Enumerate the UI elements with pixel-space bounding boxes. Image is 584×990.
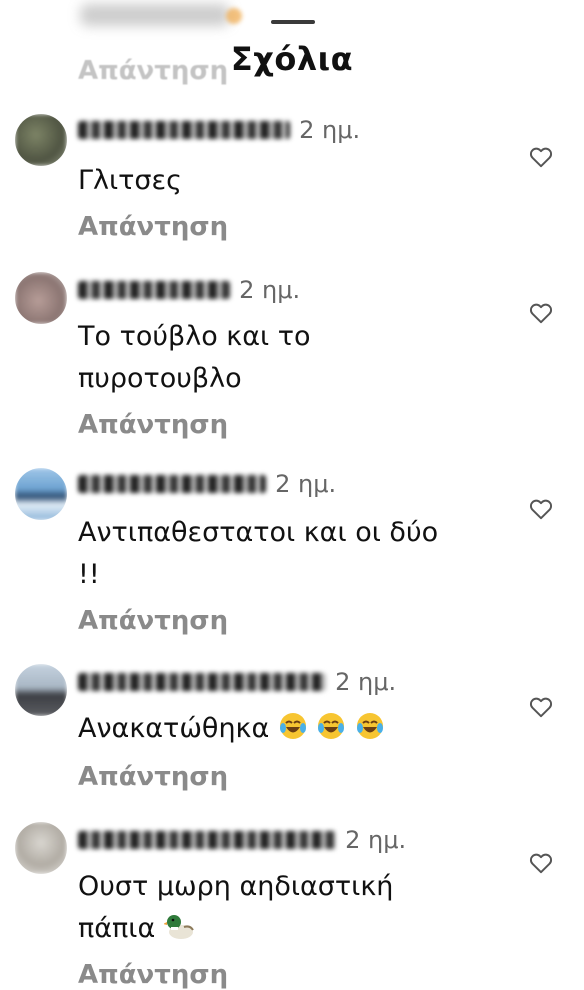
avatar[interactable] — [15, 272, 67, 324]
reply-button[interactable]: Απάντηση — [78, 606, 228, 636]
laughing-tears-emoji — [279, 713, 306, 739]
comment-text-line-2: πάπια — [78, 908, 393, 950]
avatar[interactable] — [15, 822, 67, 874]
comment-time: 2 ημ. — [299, 116, 361, 144]
comment-item: 2 ημ. Ουστ μωρη αηδιαστική πάπια Απάντησ… — [0, 822, 584, 990]
comment-meta: 2 ημ. — [78, 276, 300, 312]
duck-emoji — [163, 915, 194, 939]
comment-item: 2 ημ. Ανακατώθηκα Απάντηση — [0, 664, 584, 804]
comment-time: 2 ημ. — [335, 668, 397, 696]
username[interactable] — [78, 121, 290, 139]
comment-item: 2 ημ. Αντιπαθεστατοι και οι δύο !! Απάντ… — [0, 468, 584, 648]
reply-button[interactable]: Απάντηση — [78, 762, 228, 792]
comment-time: 2 ημ. — [239, 276, 301, 304]
comment-text-line: πυροτουβλο — [78, 363, 242, 394]
reply-button[interactable]: Απάντηση — [78, 212, 228, 242]
avatar[interactable] — [15, 114, 67, 166]
previous-comment-emoji — [226, 8, 242, 24]
comments-sheet-header: Απάντηση Σχόλια — [0, 0, 584, 100]
username[interactable] — [78, 831, 336, 849]
comment-meta: 2 ημ. — [78, 470, 336, 506]
comment-text: Ουστ μωρη αηδιαστική πάπια — [78, 866, 393, 950]
comment-meta: 2 ημ. — [78, 668, 396, 704]
comment-time: 2 ημ. — [275, 470, 337, 498]
comment-item: 2 ημ. Το τούβλο και το πυροτουβλο Απάντη… — [0, 272, 584, 452]
comment-text-line: Αντιπαθεστατοι και οι δύο — [78, 517, 439, 548]
heart-icon[interactable] — [528, 144, 554, 170]
avatar[interactable] — [15, 664, 67, 716]
sheet-drag-handle[interactable] — [271, 20, 315, 24]
laughing-tears-emoji — [318, 713, 345, 739]
comment-time: 2 ημ. — [345, 826, 407, 854]
comment-item: 2 ημ. Γλιτσες Απάντηση — [0, 114, 584, 254]
reply-button[interactable]: Απάντηση — [78, 960, 228, 990]
comment-meta: 2 ημ. — [78, 826, 406, 862]
comment-text: Αντιπαθεστατοι και οι δύο !! — [78, 512, 438, 596]
laughing-tears-emoji — [357, 713, 384, 739]
comment-text-line: Ουστ μωρη αηδιαστική — [78, 871, 394, 902]
username[interactable] — [78, 673, 326, 691]
previous-comment-username — [80, 4, 230, 26]
reply-button[interactable]: Απάντηση — [78, 410, 228, 440]
comment-text: Ανακατώθηκα — [78, 708, 385, 750]
username[interactable] — [78, 475, 266, 493]
heart-icon[interactable] — [528, 850, 554, 876]
comment-text-line: Το τούβλο και το — [78, 321, 311, 352]
heart-icon[interactable] — [528, 496, 554, 522]
avatar[interactable] — [15, 468, 67, 520]
comment-text: Το τούβλο και το πυροτουβλο — [78, 316, 311, 400]
comment-text-line: !! — [78, 559, 100, 590]
heart-icon[interactable] — [528, 300, 554, 326]
heart-icon[interactable] — [528, 694, 554, 720]
comment-text-line: πάπια — [78, 913, 156, 944]
sheet-title: Σχόλια — [230, 40, 354, 78]
comment-text-body: Ανακατώθηκα — [78, 713, 270, 744]
comment-meta: 2 ημ. — [78, 116, 360, 152]
username[interactable] — [78, 281, 230, 299]
comment-text: Γλιτσες — [78, 165, 182, 196]
